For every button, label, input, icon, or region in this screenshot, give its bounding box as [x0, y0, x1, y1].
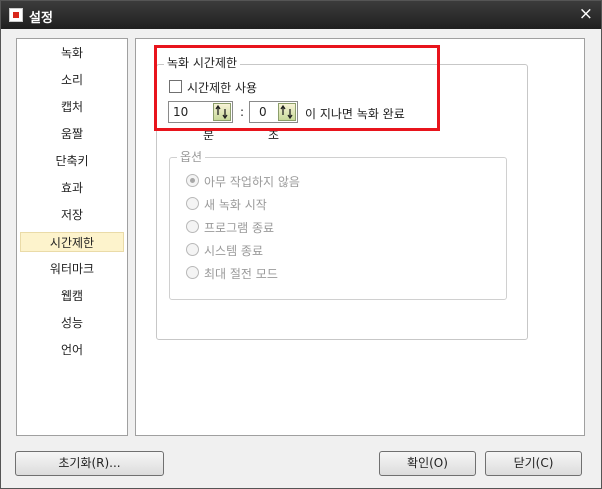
close-icon[interactable]: ×: [579, 5, 593, 23]
sidebar-item-hotkeys[interactable]: 단축키: [20, 151, 124, 171]
option-new-recording-label[interactable]: 새 녹화 시작: [204, 196, 267, 213]
title-bar[interactable]: 설정 ×: [1, 1, 601, 29]
option-shutdown-radio[interactable]: [186, 243, 199, 256]
sidebar-item-watermark[interactable]: 워터마크: [20, 259, 124, 279]
option-exit-program-label[interactable]: 프로그램 종료: [204, 219, 274, 236]
option-hibernate-label[interactable]: 최대 절전 모드: [204, 265, 278, 282]
sidebar-item-time-limit[interactable]: 시간제한: [20, 232, 124, 252]
sidebar-item-performance[interactable]: 성능: [20, 313, 124, 333]
options-group-title: 옵션: [177, 148, 206, 165]
sidebar-item-webcam[interactable]: 웹캠: [20, 286, 124, 306]
option-do-nothing-radio[interactable]: [186, 174, 199, 187]
app-icon: [9, 8, 23, 22]
sidebar-item-sound[interactable]: 소리: [20, 70, 124, 90]
option-do-nothing-label[interactable]: 아무 작업하지 않음: [204, 173, 300, 190]
option-hibernate-radio[interactable]: [186, 266, 199, 279]
close-button[interactable]: 닫기(C): [485, 451, 582, 476]
option-shutdown-label[interactable]: 시스템 종료: [204, 242, 263, 259]
sidebar-item-capture[interactable]: 캡처: [20, 97, 124, 117]
option-new-recording-radio[interactable]: [186, 197, 199, 210]
highlight-annotation-box: [154, 45, 440, 131]
window-title: 설정: [29, 11, 53, 26]
sidebar-item-gif[interactable]: 움짤: [20, 124, 124, 144]
sidebar-item-record[interactable]: 녹화: [20, 43, 124, 63]
ok-button[interactable]: 확인(O): [379, 451, 476, 476]
option-exit-program-radio[interactable]: [186, 220, 199, 233]
reset-button[interactable]: 초기화(R)...: [15, 451, 164, 476]
sidebar-item-effects[interactable]: 효과: [20, 178, 124, 198]
sidebar-item-language[interactable]: 언어: [20, 340, 124, 360]
sidebar-item-save[interactable]: 저장: [20, 205, 124, 225]
settings-category-list: 녹화 소리 캡처 움짤 단축키 효과 저장 시간제한 워터마크 웹캠 성능 언어: [16, 38, 128, 436]
